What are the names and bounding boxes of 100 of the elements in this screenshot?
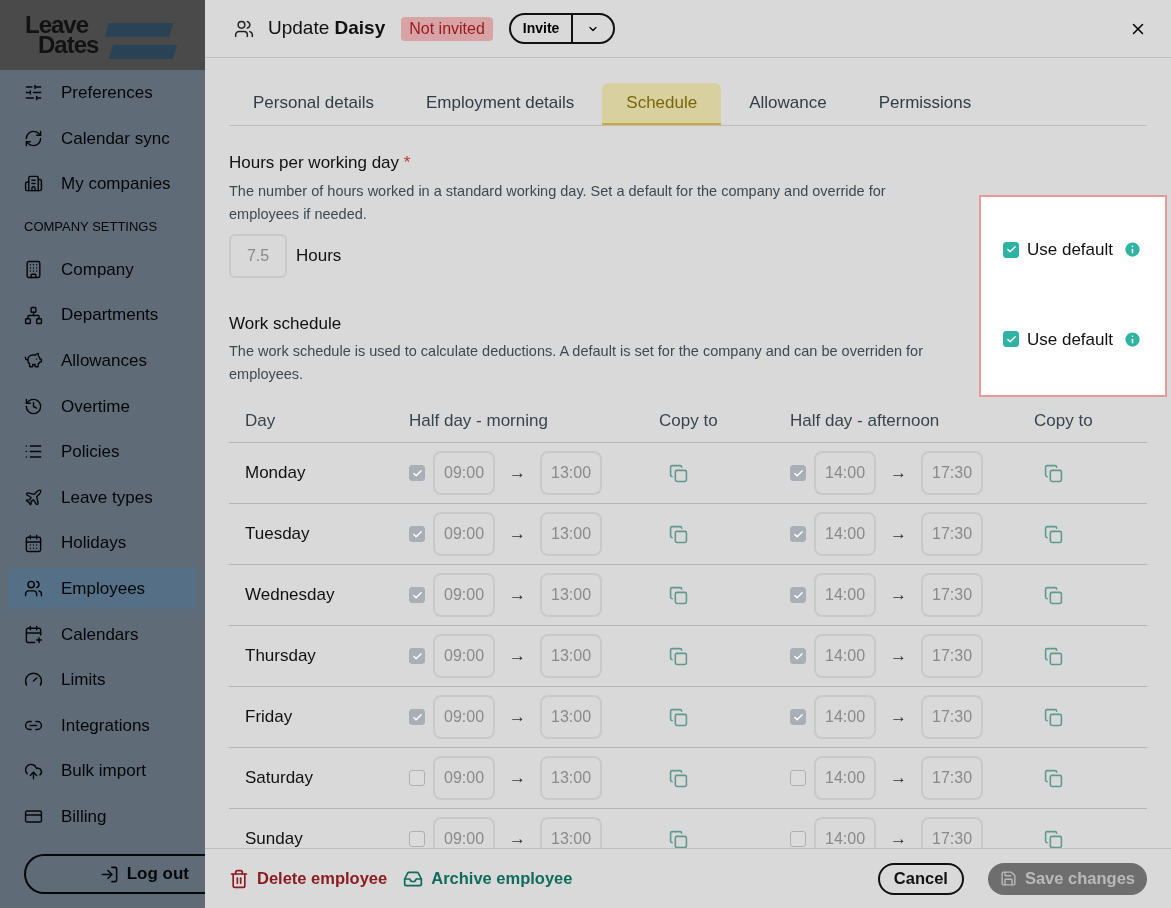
tab[interactable]: Schedule [602,83,722,125]
time-field[interactable]: 17:30 [921,695,984,739]
time-field[interactable]: 14:00 [814,634,877,678]
copy-icon[interactable] [1044,646,1064,666]
use-default-checkbox[interactable] [1003,331,1019,348]
field-description: The work schedule is used to calculate deductions. A default is set for the company and can be overriden for employees. [229,342,924,384]
afternoon-checkbox[interactable] [790,587,806,603]
time-field[interactable]: 13:00 [540,695,603,739]
copy-icon[interactable] [669,463,689,483]
time-field[interactable]: 13:00 [540,573,603,617]
tab[interactable]: Personal details [229,83,398,125]
time-field[interactable]: 14:00 [814,451,877,495]
section-heading: COMPANY SETTINGS [23,218,159,237]
sidebar-item[interactable]: Billing [8,796,197,838]
afternoon-checkbox[interactable] [790,465,806,481]
sidebar-item[interactable]: Policies [8,431,197,473]
morning-checkbox[interactable] [409,465,425,481]
tab[interactable]: Allowance [725,83,851,125]
time-field[interactable]: 13:00 [540,512,603,556]
save-icon [999,870,1017,887]
logo-text: Dates [38,35,99,55]
time-field[interactable]: 17:30 [921,573,984,617]
archive-employee-button[interactable]: Archive employee [403,866,573,891]
field-title: Work schedule [229,312,343,335]
time-field[interactable]: 13:00 [540,756,603,800]
sidebar-item[interactable]: Calendar sync [8,117,197,159]
sidebar-item[interactable]: Bulk import [8,750,197,792]
sidebar-item[interactable]: Holidays [8,522,197,564]
morning-checkbox[interactable] [409,526,425,542]
sidebar-item[interactable]: Limits [8,659,197,701]
arrow-text: → [509,645,527,668]
time-field[interactable]: 13:00 [540,451,603,495]
copy-icon[interactable] [669,524,689,544]
time-field[interactable]: 17:30 [921,451,984,495]
checkmark-icon [411,528,423,540]
copy-icon[interactable] [669,646,689,666]
sidebar-item[interactable]: My companies [8,163,197,205]
time-field[interactable]: 17:30 [921,756,984,800]
sidebar-item[interactable]: Allowances [8,340,197,382]
time-field[interactable]: 17:30 [921,634,984,678]
column-header: Copy to [659,409,719,432]
logo-text: Leave [25,15,89,35]
time-field[interactable]: 14:00 [814,573,877,617]
copy-icon[interactable] [669,768,689,788]
afternoon-checkbox[interactable] [790,770,806,786]
copy-icon[interactable] [1044,463,1064,483]
cancel-button[interactable]: Cancel [877,862,964,895]
copy-icon[interactable] [1044,585,1064,605]
invite-button[interactable]: Invite [510,15,574,42]
time-field[interactable]: 14:00 [814,756,877,800]
afternoon-checkbox[interactable] [790,648,806,664]
menu-icon [24,761,43,781]
copy-icon[interactable] [1044,829,1064,848]
time-field[interactable]: 09:00 [433,451,496,495]
afternoon-checkbox[interactable] [790,831,806,847]
copy-icon[interactable] [1044,707,1064,727]
tab[interactable]: Employment details [401,83,599,125]
time-field[interactable]: 17:30 [921,512,984,556]
tab[interactable]: Permissions [854,83,996,125]
sidebar-item[interactable]: Preferences [8,72,197,114]
info-icon [1123,329,1142,349]
copy-icon[interactable] [669,829,689,848]
copy-icon[interactable] [669,585,689,605]
morning-checkbox[interactable] [409,587,425,603]
morning-checkbox[interactable] [409,709,425,725]
time-field[interactable]: 09:00 [433,695,496,739]
time-field[interactable]: 14:00 [814,512,877,556]
sidebar-item[interactable]: Leave types [8,477,197,519]
arrow-text: → [890,645,908,668]
column-header: Copy to [1034,409,1094,432]
time-field[interactable]: 13:00 [540,634,603,678]
copy-icon[interactable] [1044,768,1064,788]
time-field[interactable]: 09:00 [433,634,496,678]
time-field[interactable]: 09:00 [433,512,496,556]
delete-employee-button[interactable]: Delete employee [229,866,388,891]
copy-icon[interactable] [669,707,689,727]
afternoon-checkbox[interactable] [790,709,806,725]
time-field[interactable]: 09:00 [433,573,496,617]
time-field[interactable]: 09:00 [433,756,496,800]
afternoon-checkbox[interactable] [790,526,806,542]
time-field[interactable]: 14:00 [814,695,877,739]
trash-icon [229,868,249,889]
use-default-checkbox[interactable] [1003,241,1019,258]
morning-checkbox[interactable] [409,831,425,847]
sidebar-item[interactable]: Employees [8,568,197,610]
sidebar-item[interactable]: Overtime [8,385,197,427]
sidebar-item[interactable]: Company [8,249,197,291]
user-icon [234,18,254,39]
sidebar-item[interactable]: Integrations [8,705,197,746]
menu-icon [24,396,43,416]
morning-checkbox[interactable] [409,648,425,664]
morning-checkbox[interactable] [409,770,425,786]
sidebar-item[interactable]: Departments [8,294,197,336]
sidebar-item[interactable]: Calendars [8,613,197,655]
menu-icon [24,174,43,194]
copy-icon[interactable] [1044,524,1064,544]
arrow-text: → [509,767,527,790]
arrow-text: → [509,828,527,848]
arrow-text: → [890,706,908,729]
hours-field[interactable]: 7.5 [229,233,287,278]
